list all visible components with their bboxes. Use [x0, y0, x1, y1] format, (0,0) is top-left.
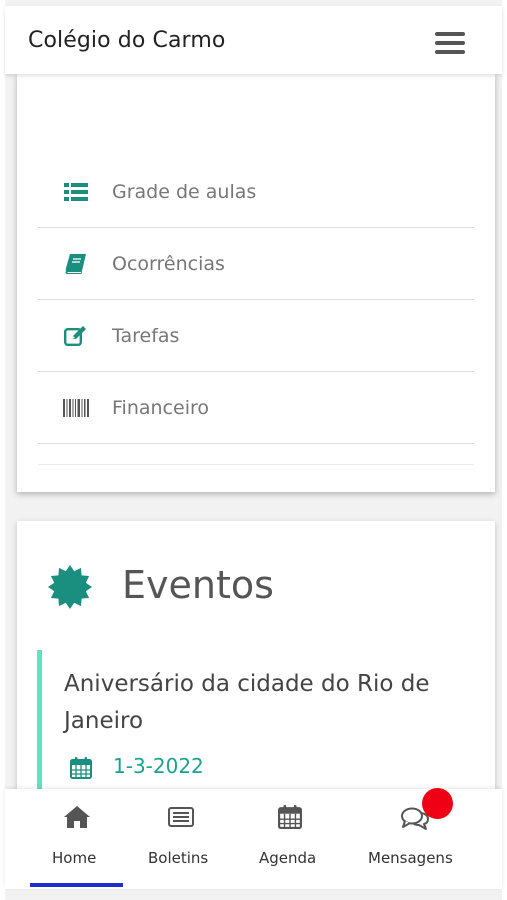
active-tab-indicator: [30, 883, 123, 887]
menu-divider: [38, 464, 474, 465]
menu-item-label: Financeiro: [112, 396, 209, 419]
barcode-icon: [63, 397, 89, 419]
app-screen: Colégio do Carmo Grade de aulas Ocorrênc…: [0, 0, 507, 900]
event-item[interactable]: Aniversário da cidade do Rio de Janeiro …: [37, 650, 482, 800]
bottom-navigation: Home Boletins Agenda Mensagens: [5, 788, 502, 889]
home-icon: [63, 805, 91, 831]
menu-item-financeiro[interactable]: Financeiro: [38, 372, 474, 444]
top-app-bar: Colégio do Carmo: [5, 6, 502, 74]
app-title: Colégio do Carmo: [28, 28, 226, 53]
event-date: 1-3-2022: [113, 754, 204, 778]
nav-label: Agenda: [259, 849, 317, 867]
menu-item-tarefas[interactable]: Tarefas: [38, 300, 474, 372]
menu-card: Grade de aulas Ocorrências Tarefas Finan…: [17, 74, 495, 492]
nav-label: Home: [52, 849, 97, 867]
menu-item-label: Tarefas: [112, 324, 180, 347]
menu-item-label: Ocorrências: [112, 252, 225, 275]
newspaper-icon: [167, 805, 195, 831]
nav-label: Mensagens: [368, 849, 453, 867]
nav-tab-home[interactable]: Home: [30, 789, 123, 889]
nav-tab-agenda[interactable]: Agenda: [253, 789, 333, 889]
certificate-badge-icon: [47, 564, 93, 610]
hamburger-menu-icon[interactable]: [435, 32, 465, 56]
notification-badge: [422, 788, 453, 819]
menu-item-grade-de-aulas[interactable]: Grade de aulas: [38, 156, 474, 228]
edit-icon: [63, 325, 89, 347]
menu-item-label: Grade de aulas: [112, 180, 257, 203]
book-icon: [63, 253, 89, 275]
event-name: Aniversário da cidade do Rio de Janeiro: [64, 671, 430, 734]
calendar-icon: [70, 757, 92, 779]
events-card: Eventos Aniversário da cidade do Rio de …: [17, 521, 495, 821]
nav-tab-boletins[interactable]: Boletins: [140, 789, 220, 889]
menu-item-ocorrencias[interactable]: Ocorrências: [38, 228, 474, 300]
calendar-icon: [278, 805, 306, 831]
list-icon: [63, 181, 89, 203]
events-title: Eventos: [122, 563, 274, 607]
nav-label: Boletins: [148, 849, 209, 867]
